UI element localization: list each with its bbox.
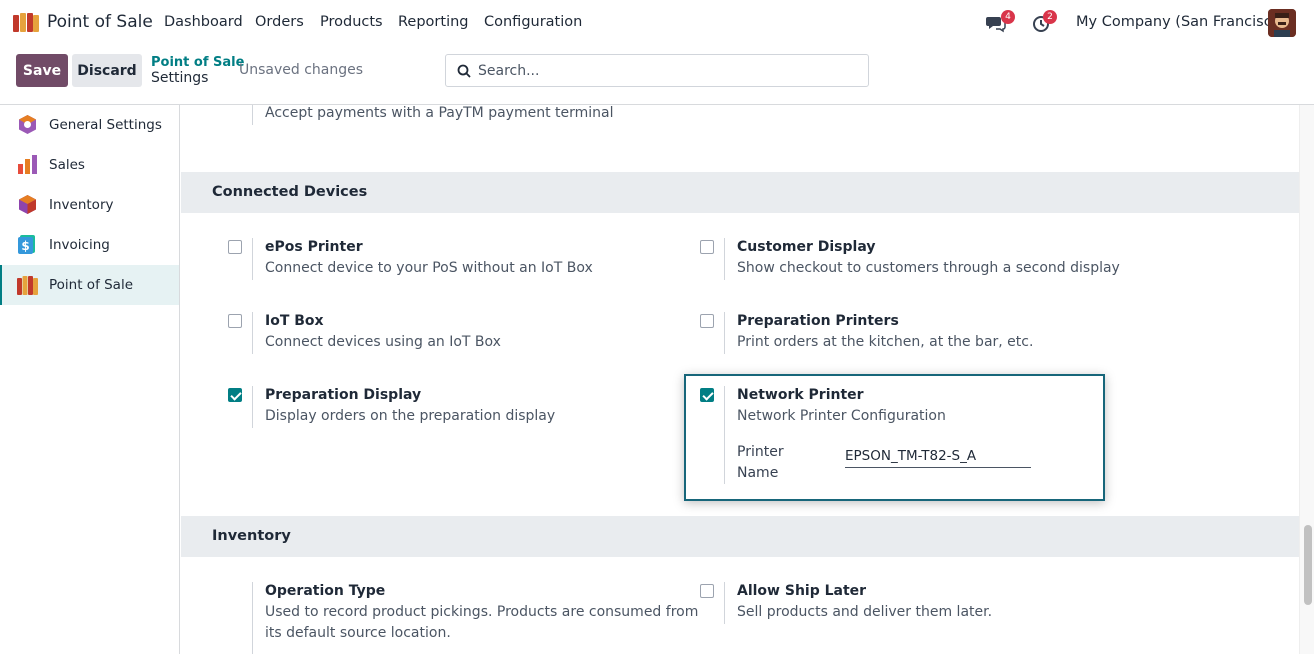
- sidebar-item-label: Sales: [49, 157, 85, 173]
- app-title[interactable]: Point of Sale: [47, 12, 153, 32]
- network-printer-title: Network Printer: [737, 387, 864, 403]
- point-of-sale-app-icon[interactable]: [13, 12, 39, 32]
- avatar-image: [1268, 9, 1296, 37]
- preparation-display-checkbox[interactable]: [228, 388, 242, 402]
- breadcrumb-settings: Settings: [151, 70, 209, 86]
- paytm-description: Accept payments with a PayTM payment ter…: [265, 105, 614, 121]
- setting-divider: [724, 582, 725, 624]
- discard-button[interactable]: Discard: [72, 54, 142, 87]
- preparation-display-title: Preparation Display: [265, 387, 422, 403]
- messages-badge: 4: [1001, 10, 1015, 24]
- point-of-sale-icon: [17, 276, 38, 295]
- section-inventory: Inventory: [181, 516, 1299, 557]
- svg-text:$: $: [21, 239, 29, 253]
- sidebar-item-point-of-sale[interactable]: Point of Sale: [0, 265, 179, 305]
- user-avatar[interactable]: [1268, 9, 1296, 37]
- customer-display-checkbox[interactable]: [700, 240, 714, 254]
- printer-name-label-line1: Printer: [737, 444, 784, 460]
- activities-badge: 2: [1043, 10, 1057, 24]
- setting-divider: [252, 312, 253, 354]
- breadcrumb-point-of-sale[interactable]: Point of Sale: [151, 55, 244, 70]
- setting-divider: [724, 312, 725, 354]
- section-heading: Connected Devices: [212, 184, 368, 200]
- top-navbar: Point of Sale Dashboard Orders Products …: [0, 0, 1314, 46]
- setting-divider: [724, 238, 725, 280]
- allow-ship-later-checkbox[interactable]: [700, 584, 714, 598]
- save-button[interactable]: Save: [16, 54, 68, 87]
- setting-divider: [252, 386, 253, 428]
- activities-button[interactable]: 2: [1032, 10, 1057, 33]
- content-scrollbar[interactable]: [1299, 105, 1314, 654]
- invoicing-icon: $: [18, 235, 35, 254]
- setting-divider: [252, 105, 253, 125]
- allow-ship-later-description: Sell products and deliver them later.: [737, 604, 993, 620]
- operation-type-title: Operation Type: [265, 583, 386, 599]
- settings-sidebar: General Settings Sales Inventory $ Invoi…: [0, 105, 180, 654]
- setting-divider: [252, 582, 253, 654]
- preparation-printers-checkbox[interactable]: [700, 314, 714, 328]
- sidebar-item-invoicing[interactable]: $ Invoicing: [0, 225, 179, 265]
- general-settings-icon: [19, 115, 36, 134]
- menu-configuration[interactable]: Configuration: [484, 14, 582, 30]
- printer-name-label-line2: Name: [737, 465, 779, 481]
- printer-name-input[interactable]: [845, 444, 1031, 468]
- iot-box-title: IoT Box: [265, 313, 324, 329]
- company-switcher[interactable]: My Company (San Francisco): [1076, 14, 1286, 30]
- menu-orders[interactable]: Orders: [255, 14, 304, 30]
- search-icon: [457, 64, 471, 78]
- sidebar-item-inventory[interactable]: Inventory: [0, 185, 179, 225]
- epos-printer-title: ePos Printer: [265, 239, 363, 255]
- operation-type-description-line1: Used to record product pickings. Product…: [265, 604, 699, 620]
- search-bar[interactable]: [445, 54, 869, 87]
- sales-icon: [18, 155, 37, 174]
- scrollbar-thumb[interactable]: [1304, 525, 1312, 605]
- network-printer-checkbox[interactable]: [700, 388, 714, 402]
- sidebar-item-label: Inventory: [49, 197, 114, 213]
- menu-reporting[interactable]: Reporting: [398, 14, 469, 30]
- sidebar-item-general-settings[interactable]: General Settings: [0, 105, 179, 145]
- preparation-printers-description: Print orders at the kitchen, at the bar,…: [737, 334, 1034, 350]
- menu-products[interactable]: Products: [320, 14, 383, 30]
- epos-printer-checkbox[interactable]: [228, 240, 242, 254]
- operation-type-description-line2: its default source location.: [265, 625, 451, 641]
- printer-name-label: Printer Name: [737, 442, 784, 484]
- settings-content: Accept payments with a PayTM payment ter…: [181, 105, 1299, 654]
- iot-box-description: Connect devices using an IoT Box: [265, 334, 501, 350]
- sidebar-item-sales[interactable]: Sales: [0, 145, 179, 185]
- sidebar-item-label: General Settings: [49, 117, 162, 133]
- preparation-display-description: Display orders on the preparation displa…: [265, 408, 556, 424]
- allow-ship-later-title: Allow Ship Later: [737, 583, 867, 599]
- preparation-printers-title: Preparation Printers: [737, 313, 899, 329]
- section-connected-devices: Connected Devices: [181, 172, 1299, 213]
- network-printer-description: Network Printer Configuration: [737, 408, 946, 424]
- search-input[interactable]: [478, 61, 858, 81]
- customer-display-description: Show checkout to customers through a sec…: [737, 260, 1120, 276]
- sidebar-item-label: Point of Sale: [49, 277, 134, 293]
- iot-box-checkbox[interactable]: [228, 314, 242, 328]
- sidebar-item-label: Invoicing: [49, 237, 110, 253]
- epos-printer-description: Connect device to your PoS without an Io…: [265, 260, 593, 276]
- customer-display-title: Customer Display: [737, 239, 876, 255]
- menu-dashboard[interactable]: Dashboard: [164, 14, 243, 30]
- messages-button[interactable]: 4: [986, 10, 1015, 33]
- unsaved-changes-indicator: Unsaved changes: [239, 62, 364, 78]
- setting-divider: [724, 386, 725, 484]
- inventory-icon: [19, 195, 36, 214]
- section-heading: Inventory: [212, 528, 291, 544]
- setting-divider: [252, 238, 253, 280]
